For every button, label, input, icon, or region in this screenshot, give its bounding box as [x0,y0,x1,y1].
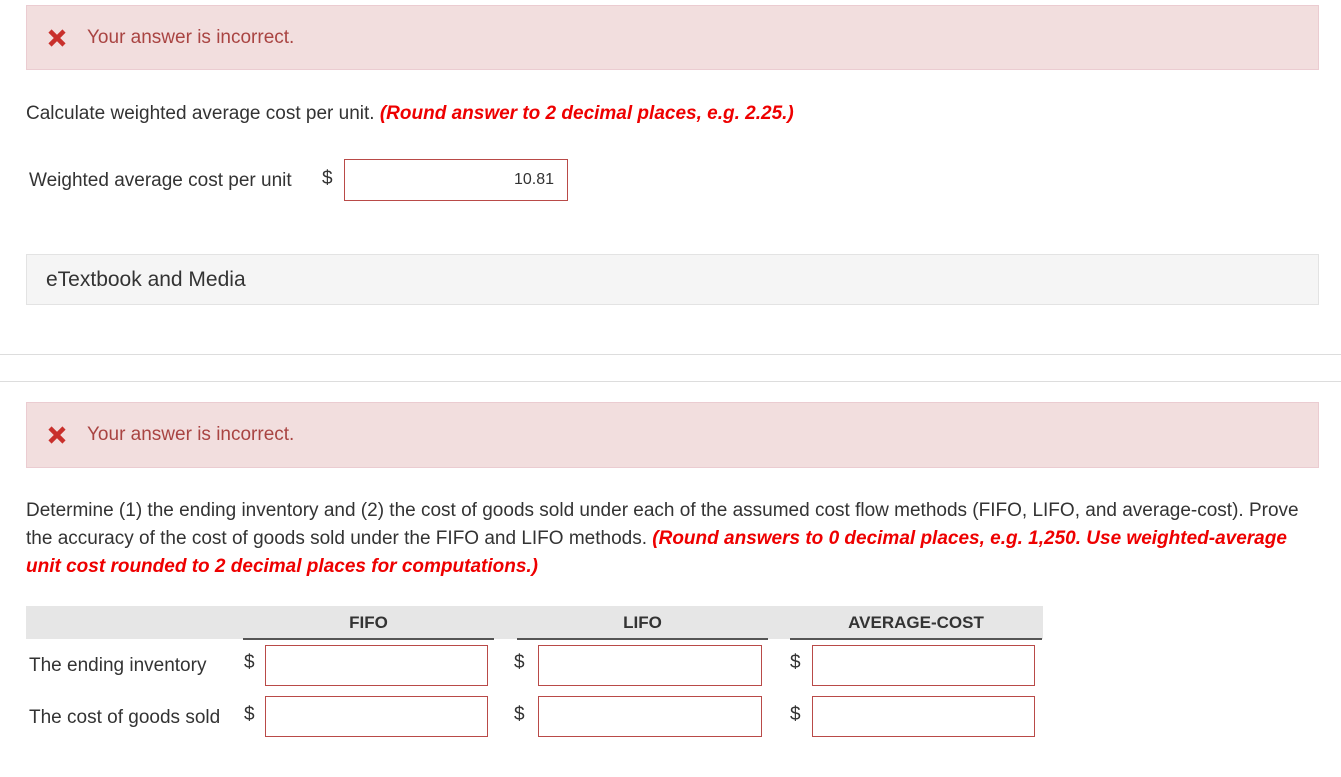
alert-message: Your answer is incorrect. [87,26,295,48]
row-label-ending-inventory: The ending inventory [29,655,207,676]
column-header-lifo: LIFO [517,606,768,640]
question-text-2: Determine (1) the ending inventory and (… [26,497,1326,581]
fifo-ending-inventory-input[interactable] [265,645,488,686]
currency-symbol: $ [514,704,525,725]
etextbook-media-bar[interactable]: eTextbook and Media [26,254,1319,305]
x-icon [47,425,67,445]
incorrect-alert-2: Your answer is incorrect. [26,402,1319,468]
fifo-cost-of-goods-sold-input[interactable] [265,696,488,737]
currency-symbol: $ [244,704,255,725]
currency-symbol: $ [514,652,525,673]
currency-symbol: $ [244,652,255,673]
lifo-cost-of-goods-sold-input[interactable] [538,696,762,737]
currency-symbol: $ [790,704,801,725]
weighted-average-input[interactable] [344,159,568,201]
x-icon [47,28,67,48]
rounding-hint: (Round answer to 2 decimal places, e.g. … [379,103,794,124]
question-text-1: Calculate weighted average cost per unit… [26,100,794,128]
average-cost-ending-inventory-input[interactable] [812,645,1035,686]
currency-symbol: $ [790,652,801,673]
average-cost-cost-of-goods-sold-input[interactable] [812,696,1035,737]
row-label-cost-of-goods-sold: The cost of goods sold [29,707,221,728]
currency-symbol: $ [322,168,333,189]
section-divider [0,381,1341,382]
weighted-average-label: Weighted average cost per unit [29,170,292,191]
question-body: Calculate weighted average cost per unit… [26,103,375,124]
alert-message: Your answer is incorrect. [87,424,295,445]
incorrect-alert-1: Your answer is incorrect. [26,5,1319,70]
column-header-average-cost: AVERAGE-COST [790,606,1042,640]
column-header-fifo: FIFO [243,606,494,640]
lifo-ending-inventory-input[interactable] [538,645,762,686]
etextbook-label: eTextbook and Media [46,267,246,291]
section-divider [0,354,1341,355]
